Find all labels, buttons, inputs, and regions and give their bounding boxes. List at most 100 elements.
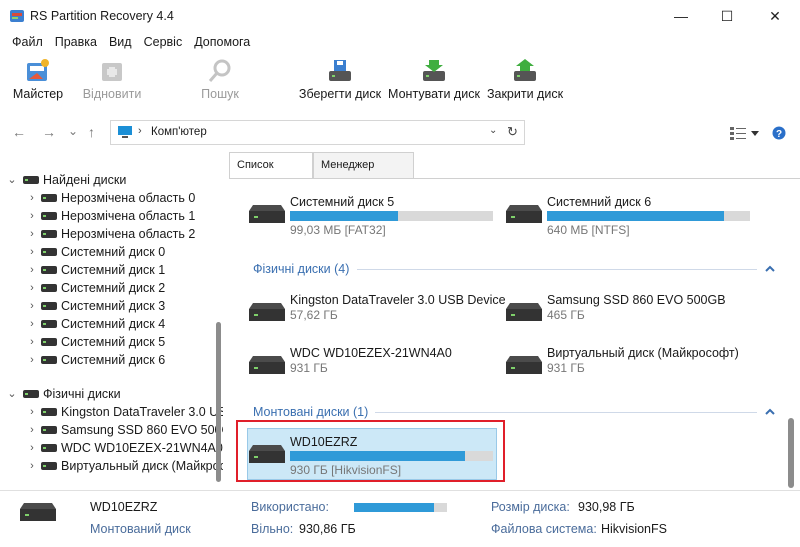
address-dropdown-icon[interactable]: ⌄ (489, 125, 497, 136)
computer-icon (118, 126, 132, 138)
wizard-button[interactable]: Майстер (8, 52, 68, 106)
selection-annotation (236, 420, 505, 482)
tree-item[interactable]: › Системний диск 6 (0, 351, 223, 369)
address-field[interactable]: › Комп'ютер ⌄ ↻ (110, 120, 525, 145)
close-button[interactable]: ✕ (752, 0, 798, 32)
status-fs-value: HikvisionFS (601, 522, 667, 536)
collapse-chevron-icon[interactable]: › (26, 315, 38, 333)
collapse-chevron-icon[interactable] (765, 408, 775, 415)
restore-button[interactable]: Відновити (80, 52, 144, 106)
svg-text:?: ? (776, 129, 782, 140)
collapse-chevron-icon[interactable]: › (26, 189, 38, 207)
refresh-icon[interactable]: ↻ (507, 124, 518, 140)
content-scrollbar[interactable] (788, 418, 794, 488)
drive-icon (506, 303, 542, 321)
usage-bar (290, 211, 493, 221)
drive-icon (41, 212, 57, 220)
tree-item[interactable]: › Системний диск 5 (0, 333, 223, 351)
back-arrow-icon[interactable]: ← (12, 124, 26, 140)
view-dropdown-icon[interactable] (751, 131, 759, 137)
tree-item[interactable]: › Kingston DataTraveler 3.0 USB (0, 403, 223, 421)
group-mounted-disks[interactable]: Монтовані диски (1) (253, 405, 368, 419)
tree-item[interactable]: › WDC WD10EZEX-21WN4A0 (0, 439, 223, 457)
wizard-icon (27, 59, 49, 81)
tree-item[interactable]: › Системний диск 3 (0, 297, 223, 315)
drive-icon (41, 462, 57, 470)
forward-arrow-icon[interactable]: → (42, 124, 56, 140)
history-dropdown-icon[interactable]: ⌄ (68, 124, 78, 138)
collapse-chevron-icon[interactable]: › (26, 225, 38, 243)
address-path: Комп'ютер (151, 126, 207, 138)
collapse-chevron-icon[interactable]: › (26, 439, 38, 457)
tree-item[interactable]: › Samsung SSD 860 EVO 500G (0, 421, 223, 439)
collapse-chevron-icon[interactable]: › (26, 421, 38, 439)
menu-service[interactable]: Сервіс (138, 32, 189, 52)
collapse-chevron-icon[interactable]: › (26, 333, 38, 351)
collapse-chevron-icon[interactable]: › (26, 297, 38, 315)
tab-disk-manager[interactable]: Менеджер дисків (313, 152, 414, 195)
collapse-chevron-icon[interactable]: › (26, 261, 38, 279)
close-disk-button[interactable]: Закрити диск (485, 52, 565, 106)
disk-item[interactable]: Системний диск 6 640 МБ [NTFS] (504, 195, 754, 241)
collapse-chevron-icon[interactable]: › (26, 279, 38, 297)
collapse-chevron-icon[interactable] (765, 265, 775, 272)
minimize-button[interactable]: — (658, 0, 704, 32)
status-panel: WD10EZRZ Монтований диск Використано: Ві… (0, 490, 800, 547)
tree-item[interactable]: › Системний диск 4 (0, 315, 223, 333)
tab-disk-list[interactable]: Список дисків (229, 152, 313, 195)
mount-disk-button[interactable]: Монтувати диск (388, 52, 480, 106)
drive-icon (249, 205, 285, 223)
tree-item[interactable]: ›Виртуальный диск (Майкрософт) (0, 457, 223, 475)
status-free-label: Вільно: (251, 522, 294, 536)
disk-item[interactable]: Samsung SSD 860 EVO 500GB 465 ГБ (504, 293, 754, 339)
search-button[interactable]: Пошук (190, 52, 250, 106)
disk-item[interactable]: Системний диск 5 99,03 МБ [FAT32] (247, 195, 497, 241)
expand-chevron-icon[interactable]: ⌄ (6, 171, 18, 189)
drive-icon (41, 444, 57, 452)
collapse-chevron-icon[interactable]: › (26, 207, 38, 225)
help-icon[interactable]: ? (772, 126, 786, 140)
maximize-button[interactable]: ☐ (704, 0, 750, 32)
drive-icon (41, 356, 57, 364)
tree-item[interactable]: › Системний диск 1 (0, 261, 223, 279)
address-bar: ← → ⌄ ↑ › Комп'ютер ⌄ ↻ ? (0, 116, 800, 148)
expand-chevron-icon[interactable]: ⌄ (6, 385, 18, 403)
drive-icon (41, 320, 57, 328)
menu-file[interactable]: Файл (6, 32, 49, 52)
tree-group-found[interactable]: ⌄ Найдені диски (0, 171, 223, 189)
menu-edit[interactable]: Правка (49, 32, 103, 52)
view-mode-icon[interactable] (730, 126, 746, 140)
up-arrow-icon[interactable]: ↑ (88, 124, 95, 140)
tree-item[interactable]: › Нерозмічена область 0 (0, 189, 223, 207)
usage-bar (547, 211, 750, 221)
tree-group-physical[interactable]: ⌄ Фізичні диски (0, 385, 223, 403)
tree-scrollbar[interactable] (216, 322, 221, 482)
menu-view[interactable]: Вид (103, 32, 138, 52)
tree-item[interactable]: › Нерозмічена область 1 (0, 207, 223, 225)
group-physical-disks[interactable]: Фізичні диски (4) (253, 262, 349, 276)
drive-icon (41, 266, 57, 274)
close-icon: ✕ (769, 7, 781, 24)
collapse-chevron-icon[interactable]: › (26, 243, 38, 261)
status-used-label: Використано: (251, 500, 329, 514)
minimize-icon: — (674, 8, 688, 24)
tree-item[interactable]: › Системний диск 0 (0, 243, 223, 261)
drive-icon (41, 338, 57, 346)
title-bar: RS Partition Recovery 4.4 — ☐ ✕ (0, 0, 800, 32)
drive-icon (41, 302, 57, 310)
menu-help[interactable]: Допомога (188, 32, 256, 52)
save-disk-button[interactable]: Зберегти диск (298, 52, 382, 106)
tree-item[interactable]: › Системний диск 2 (0, 279, 223, 297)
drive-icon (23, 176, 39, 184)
collapse-chevron-icon[interactable]: › (26, 351, 38, 369)
disk-item[interactable]: Виртуальный диск (Майкрософт) 931 ГБ (504, 346, 754, 392)
tree-item[interactable]: › Нерозмічена область 2 (0, 225, 223, 243)
disk-item[interactable]: Kingston DataTraveler 3.0 USB Device 57,… (247, 293, 506, 339)
collapse-chevron-icon[interactable]: › (26, 457, 38, 475)
status-fs-label: Файлова система: (491, 522, 597, 536)
drive-icon (41, 230, 57, 238)
status-usage-bar (354, 503, 447, 512)
collapse-chevron-icon[interactable]: › (26, 403, 38, 421)
toolbar: Майстер Відновити Пошук Зберегти диск Мо… (0, 52, 800, 106)
disk-item[interactable]: WDC WD10EZEX-21WN4A0 931 ГБ (247, 346, 497, 392)
